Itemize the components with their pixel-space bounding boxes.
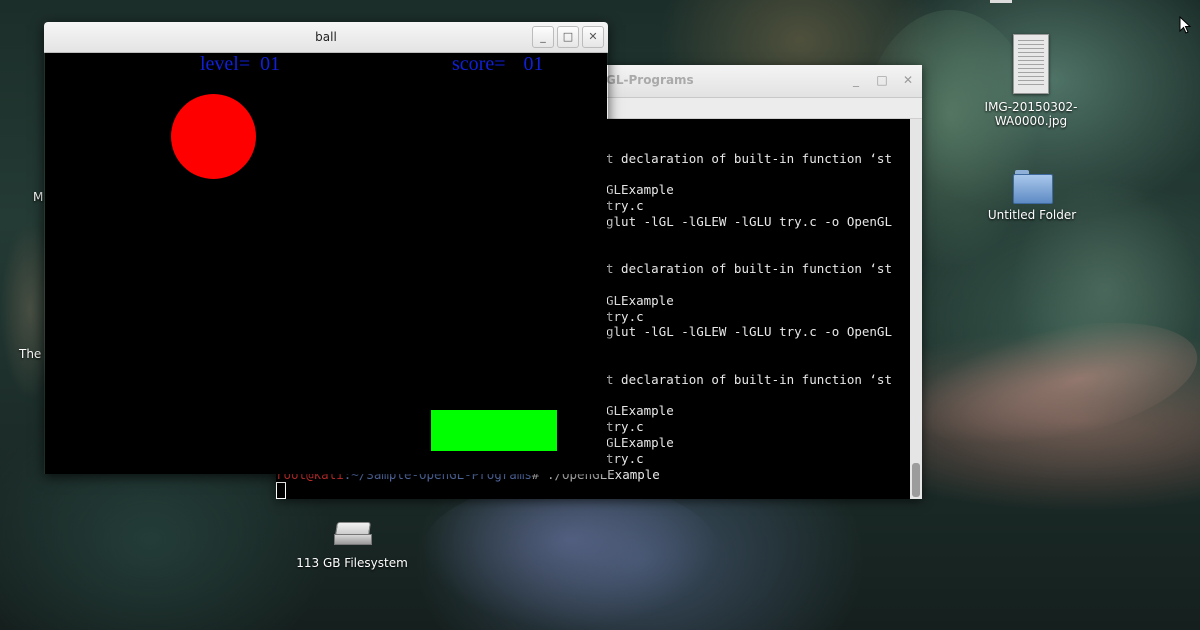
desktop-icon-label[interactable]: The <box>19 347 41 361</box>
maximize-icon[interactable]: □ <box>557 26 579 48</box>
level-label: level= <box>200 53 251 75</box>
terminal-scrollbar[interactable] <box>910 119 922 499</box>
ball-game-window[interactable]: ball _ □ ✕ level= 01 score= 01 <box>44 22 608 474</box>
level-display: level= 01 <box>200 53 280 76</box>
desktop-icon-label[interactable]: M <box>33 190 43 204</box>
score-label: score= <box>452 53 506 75</box>
score-value: 01 <box>523 53 544 75</box>
desktop-icon-label: WA0000.jpg <box>994 114 1068 128</box>
wallpaper-figure <box>420 480 720 630</box>
level-value: 01 <box>260 53 281 75</box>
folder-icon <box>1013 170 1053 204</box>
panel-indicator <box>990 0 1012 3</box>
window-title: ball <box>315 30 337 44</box>
minimize-icon[interactable]: _ <box>848 72 864 88</box>
close-icon[interactable]: ✕ <box>582 26 604 48</box>
desktop-icon-filesystem[interactable]: 113 GB Filesystem <box>290 522 414 570</box>
image-file-icon <box>1013 34 1049 94</box>
wallpaper-cloth <box>891 300 1200 470</box>
close-icon[interactable]: ✕ <box>900 72 916 88</box>
desktop-icon-label: 113 GB Filesystem <box>296 556 408 570</box>
terminal-cursor-line <box>276 482 910 499</box>
game-canvas[interactable]: level= 01 score= 01 <box>45 53 607 474</box>
red-ball <box>171 94 256 179</box>
desktop-icon-label: IMG-20150302- <box>984 100 1078 114</box>
terminal-title: GL-Programs <box>606 73 694 87</box>
desktop-icon-label: Untitled Folder <box>987 208 1077 222</box>
minimize-icon[interactable]: _ <box>532 26 554 48</box>
desktop-icon-image-file[interactable]: IMG-20150302- WA0000.jpg <box>972 34 1090 128</box>
green-paddle <box>431 410 557 451</box>
text-cursor <box>276 482 286 499</box>
ball-window-titlebar[interactable]: ball _ □ ✕ <box>44 22 608 53</box>
desktop-icon-folder[interactable]: Untitled Folder <box>975 170 1089 222</box>
maximize-icon[interactable]: □ <box>874 72 890 88</box>
score-display: score= 01 <box>452 53 543 76</box>
scrollbar-thumb[interactable] <box>912 463 920 497</box>
drive-icon <box>334 522 372 545</box>
